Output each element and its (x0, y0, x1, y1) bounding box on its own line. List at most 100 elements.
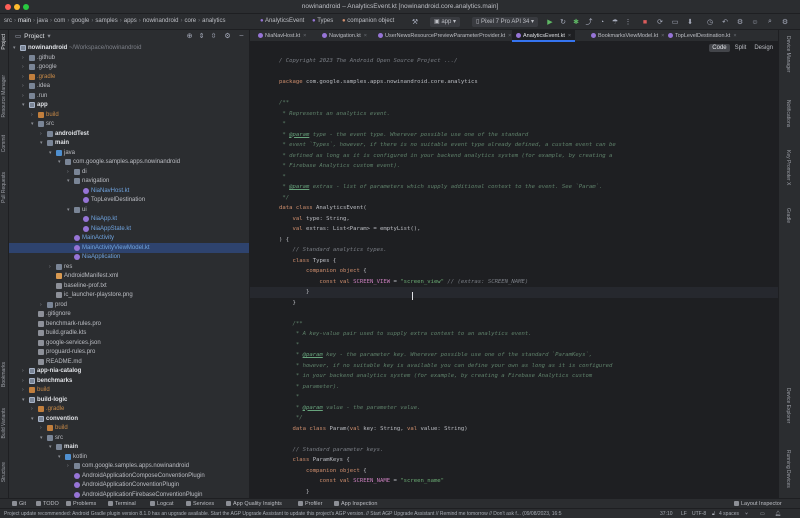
tree-item[interactable]: baseline-prof.txt (9, 281, 249, 291)
tree-item[interactable]: ▾ ui (9, 205, 249, 215)
tree-item[interactable]: ▾ src (9, 433, 249, 443)
code-line[interactable]: companion object { (279, 266, 367, 277)
breadcrumb-item[interactable]: java (37, 18, 48, 24)
design-view-button[interactable]: Design (751, 44, 776, 52)
chevron-down-icon[interactable]: ▾ (58, 157, 64, 167)
lock-icon[interactable]: 🔓︎ (712, 510, 715, 518)
chevron-right-icon[interactable]: › (49, 262, 55, 272)
stripe-device-explorer[interactable]: Device Explorer (785, 388, 791, 423)
tool-logcat[interactable]: Logcat (150, 500, 174, 508)
tree-item[interactable]: AndroidApplicationComposeConventionPlugi… (9, 471, 249, 481)
tree-item[interactable]: › benchmarks (9, 376, 249, 386)
chevron-down-icon[interactable]: ▾ (40, 433, 46, 443)
run-config-select[interactable]: ▣ app ▾ (430, 17, 461, 27)
tree-item[interactable]: › res (9, 262, 249, 272)
editor-tab[interactable]: TopLevelDestination.kt × (664, 30, 741, 42)
stripe-device-manager[interactable]: Device Manager (785, 36, 791, 72)
code-line[interactable]: data class Param(val key: String, val va… (279, 424, 467, 435)
file-encoding[interactable]: UTF-8 (692, 510, 706, 518)
chevron-down-icon[interactable]: ▾ (13, 43, 19, 53)
tree-item[interactable]: ▾ src (9, 119, 249, 129)
breadcrumb-item[interactable]: google (71, 18, 89, 24)
tree-item[interactable]: › androidTest (9, 129, 249, 139)
split-view-button[interactable]: Split (732, 44, 750, 52)
tree-item[interactable]: build.gradle.kts (9, 328, 249, 338)
close-tab-icon[interactable]: × (508, 33, 511, 39)
tool-git[interactable]: Git (12, 500, 26, 508)
breadcrumb-file[interactable]: ● AnalyticsEvent (256, 17, 308, 27)
tool-app-quality-insights[interactable]: App Quality Insights (226, 500, 282, 508)
code-line[interactable]: * (279, 172, 285, 183)
device-select[interactable]: ▯ Pixel 7 Pro API 34 ▾ (472, 17, 539, 27)
code-line[interactable]: * in your backend analytics system (for … (279, 371, 592, 382)
code-line[interactable]: * event `Types`, however, if there is no… (279, 140, 615, 151)
code-view-button[interactable]: Code (709, 44, 730, 52)
chevron-right-icon[interactable]: › (22, 366, 28, 376)
caret-position[interactable]: 37:10 (660, 510, 673, 518)
editor-tab[interactable]: UserNewsResourcePreviewParameterProvider… (374, 30, 515, 42)
profile-icon[interactable]: ◔ (597, 17, 607, 27)
tree-item[interactable]: ▾ nowinandroid ~/Workspace/nowinandroid (9, 43, 249, 53)
undo-icon[interactable]: ↶ (720, 17, 730, 27)
person-icon[interactable]: ☺ (750, 17, 760, 27)
tree-item[interactable]: benchmark-rules.pro (9, 319, 249, 329)
tree-item[interactable]: NiaNavHost.kt (9, 186, 249, 196)
tree-item[interactable]: › build (9, 385, 249, 395)
chevron-down-icon[interactable]: ▾ (31, 414, 37, 424)
breadcrumb-item[interactable]: analytics (202, 18, 225, 24)
code-line[interactable]: const val SCREEN_VIEW = "screen_view" //… (279, 277, 528, 288)
tree-item[interactable]: ▾ kotlin (9, 452, 249, 462)
code-line[interactable]: * Firebase Analytics custom event). (279, 161, 400, 172)
tool-profiler[interactable]: Profiler (298, 500, 322, 508)
chevron-right-icon[interactable]: › (40, 300, 46, 310)
code-line[interactable]: * however, if no suitable key is availab… (279, 361, 613, 372)
tree-item[interactable]: ▾ java (9, 148, 249, 158)
tree-item[interactable]: proguard-rules.pro (9, 347, 249, 357)
tool-services[interactable]: Services (186, 500, 214, 508)
chevron-down-icon[interactable]: ▾ (49, 148, 55, 158)
tree-item[interactable]: › di (9, 167, 249, 177)
hide-panel-icon[interactable]: – (237, 32, 246, 41)
stripe-notifications[interactable]: Notifications (785, 100, 791, 127)
code-line[interactable]: */ (279, 193, 289, 204)
tree-item[interactable]: ▾ navigation (9, 176, 249, 186)
tree-item[interactable]: › build (9, 110, 249, 120)
locate-icon[interactable]: ⊕ (185, 32, 194, 41)
chevron-right-icon[interactable]: › (40, 129, 46, 139)
code-line[interactable]: val type: String, (279, 214, 349, 225)
chevron-right-icon[interactable]: › (22, 81, 28, 91)
tree-item[interactable]: google-services.json (9, 338, 249, 348)
tree-item[interactable]: › app-nia-catalog (9, 366, 249, 376)
code-editor[interactable]: Code Split Design / Copyright 2023 The A… (250, 43, 778, 498)
stripe-structure[interactable]: Structure (1, 462, 7, 482)
tree-item[interactable]: › .github (9, 53, 249, 63)
tree-item[interactable]: ▾ build-logic (9, 395, 249, 405)
code-line[interactable]: const val SCREEN_NAME = "screen_name" (279, 476, 444, 487)
stripe-gradle[interactable]: Gradle (785, 208, 791, 223)
breadcrumb-item[interactable]: src (4, 18, 12, 24)
bell-icon[interactable]: 🔔︎ (775, 510, 781, 518)
tree-item[interactable]: ▾ convention (9, 414, 249, 424)
attach-debugger-icon[interactable]: ⤴ (584, 17, 594, 27)
tool-problems[interactable]: Problems (66, 500, 96, 508)
code-line[interactable]: * parameter). (279, 382, 340, 393)
tree-item[interactable]: NiaApp.kt (9, 214, 249, 224)
tree-item[interactable]: › build (9, 423, 249, 433)
chevron-right-icon[interactable]: › (67, 461, 73, 471)
code-line[interactable]: class ParamKeys { (279, 455, 349, 466)
chevron-down-icon[interactable]: ▾ (67, 176, 73, 186)
code-line[interactable]: companion object { (279, 466, 367, 477)
code-line[interactable]: class Types { (279, 256, 336, 267)
close-tab-icon[interactable]: × (303, 33, 306, 39)
breadcrumb-item[interactable]: core (184, 18, 196, 24)
tree-item[interactable]: MainActivityViewModel.kt (9, 242, 249, 253)
run-icon[interactable]: ▶ (545, 17, 555, 27)
close-tab-icon[interactable]: × (364, 33, 367, 39)
stripe-key-promoter[interactable]: Key Promoter X (785, 150, 791, 185)
tree-item[interactable]: › .gradle (9, 72, 249, 82)
tree-item[interactable]: ▾ app (9, 100, 249, 110)
code-line[interactable]: * (279, 119, 285, 130)
breadcrumb-class[interactable]: ● Types (308, 17, 337, 27)
tree-item[interactable]: MainActivity (9, 233, 249, 243)
stripe-bookmarks[interactable]: Bookmarks (1, 362, 7, 387)
